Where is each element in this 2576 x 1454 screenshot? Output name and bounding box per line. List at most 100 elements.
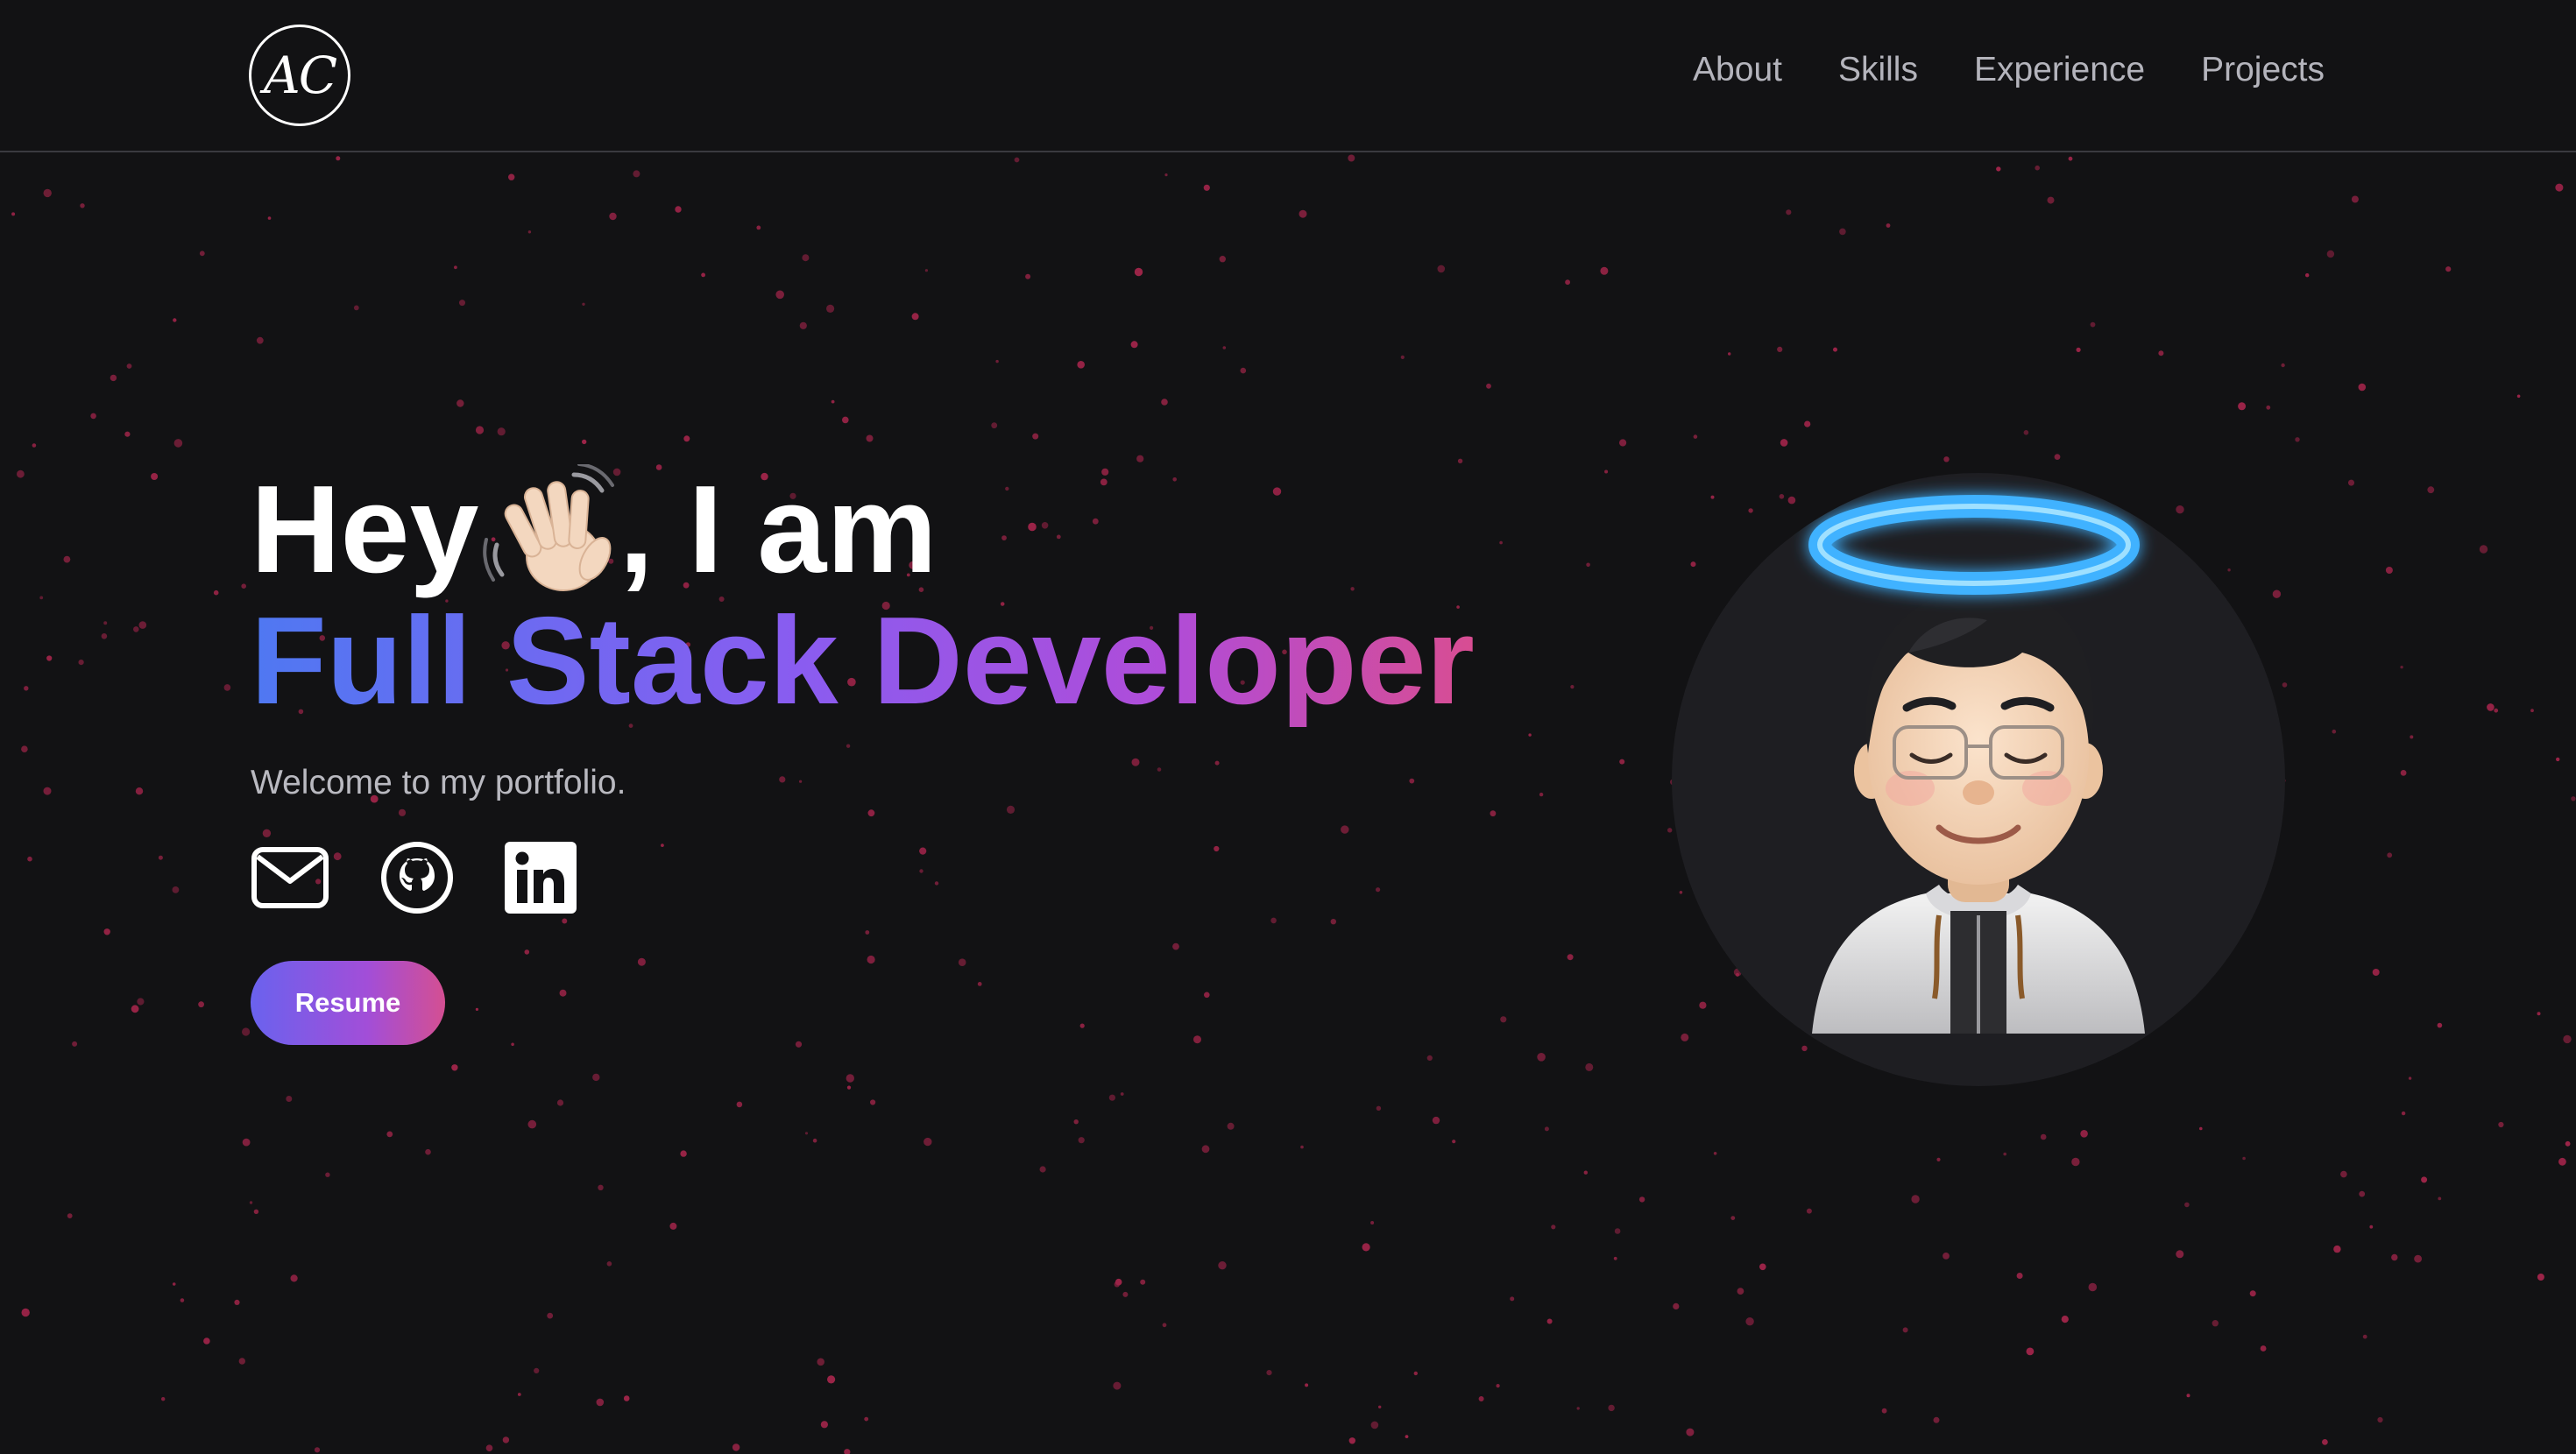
particle-dot <box>633 170 640 178</box>
nav-link-about[interactable]: About <box>1693 51 1782 89</box>
particle-dot <box>2333 1245 2341 1253</box>
particle-dot <box>425 1148 431 1155</box>
particle-dot <box>2571 796 2576 801</box>
particle-dot <box>21 1308 30 1317</box>
nav-link-skills[interactable]: Skills <box>1838 51 1918 89</box>
nav-link-projects[interactable]: Projects <box>2201 51 2325 89</box>
particle-dot <box>1510 1296 1515 1302</box>
particle-dot <box>78 660 84 666</box>
particle-dot <box>459 300 465 307</box>
particle-dot <box>1078 1137 1085 1144</box>
particle-dot <box>27 856 32 862</box>
particle-dot <box>924 269 928 272</box>
particle-dot <box>1787 496 1796 505</box>
particle-dot <box>508 173 515 180</box>
social-links <box>251 841 1475 919</box>
particle-dot <box>39 596 44 600</box>
particle-dot <box>1780 439 1788 447</box>
particle-dot <box>1161 399 1168 406</box>
particle-dot <box>1370 1221 1375 1225</box>
particle-dot <box>138 621 147 629</box>
mail-icon <box>251 847 329 908</box>
particle-dot <box>2438 1196 2442 1201</box>
particle-dot <box>32 443 37 448</box>
particle-dot <box>2199 1126 2203 1131</box>
particle-dot <box>2047 196 2055 204</box>
particle-dot <box>2479 545 2488 554</box>
particle-dot <box>173 439 183 448</box>
particle-dot <box>2537 1274 2544 1281</box>
particle-dot <box>1426 1055 1433 1061</box>
particle-dot <box>2035 165 2040 171</box>
greeting-heading: Hey , I am <box>251 464 1475 596</box>
particle-dot <box>864 1416 869 1422</box>
particle-dot <box>72 1041 78 1047</box>
particle-dot <box>1730 1216 1736 1220</box>
github-link[interactable] <box>380 841 454 919</box>
email-link[interactable] <box>251 846 329 914</box>
particle-dot <box>1806 1208 1812 1214</box>
particle-dot <box>2016 1273 2023 1279</box>
navbar: AC About Skills Experience Projects <box>0 0 2576 152</box>
particle-dot <box>2537 1012 2541 1016</box>
particle-dot <box>1804 420 1811 427</box>
particle-dot <box>2400 666 2403 669</box>
particle-dot <box>249 1201 253 1204</box>
particle-dot <box>911 313 919 321</box>
particle-dot <box>1619 759 1625 765</box>
particle-dot <box>1613 1256 1617 1260</box>
particle-dot <box>1583 1170 1589 1175</box>
particle-dot <box>2158 350 2164 356</box>
main-nav: About Skills Experience Projects <box>1693 51 2325 89</box>
particle-dot <box>1114 1281 1121 1288</box>
particle-dot <box>1405 1435 1409 1438</box>
particle-dot <box>534 1367 540 1373</box>
nav-link-experience[interactable]: Experience <box>1974 51 2145 89</box>
particle-dot <box>2003 1152 2006 1156</box>
particle-dot <box>2090 321 2096 328</box>
particle-dot <box>1136 455 1144 462</box>
particle-dot <box>1996 166 2001 172</box>
particle-dot <box>1113 1381 1122 1390</box>
particle-dot <box>812 1138 817 1143</box>
particle-dot <box>1299 209 1307 218</box>
particle-dot <box>870 1099 876 1105</box>
particle-dot <box>1570 685 1575 689</box>
particle-dot <box>1500 1016 1507 1023</box>
particle-dot <box>527 1119 537 1129</box>
particle-dot <box>598 1184 604 1191</box>
linkedin-link[interactable] <box>505 842 577 918</box>
particle-dot <box>846 1074 854 1083</box>
particle-dot <box>1681 1033 1689 1041</box>
particle-dot <box>451 1064 458 1071</box>
particle-dot <box>527 230 532 234</box>
particle-dot <box>1457 458 1463 463</box>
particle-dot <box>609 212 617 221</box>
particle-dot <box>2340 1170 2347 1178</box>
particle-dot <box>1748 508 1753 513</box>
particle-dot <box>1140 1279 1146 1285</box>
particle-dot <box>1032 433 1039 440</box>
particle-dot <box>2305 273 2310 278</box>
logo[interactable]: AC <box>249 25 350 126</box>
particle-dot <box>1108 1094 1115 1101</box>
particle-dot <box>2369 1225 2374 1229</box>
particle-dot <box>799 321 807 329</box>
particle-dot <box>137 998 145 1006</box>
particle-dot <box>238 1358 245 1365</box>
particle-dot <box>1943 1253 1950 1260</box>
particle-dot <box>1608 1404 1615 1412</box>
particle-dot <box>1539 792 1544 797</box>
particle-dot <box>213 589 219 596</box>
particle-dot <box>1120 1092 1124 1096</box>
particle-dot <box>502 1436 510 1443</box>
particle-dot <box>582 302 585 306</box>
github-icon <box>381 842 453 914</box>
particle-dot <box>683 435 690 442</box>
particle-dot <box>80 203 85 208</box>
particle-dot <box>2348 479 2354 486</box>
particle-dot <box>2249 1290 2256 1297</box>
particle-dot <box>2427 486 2435 494</box>
resume-button[interactable]: Resume <box>251 961 445 1045</box>
particle-dot <box>2516 394 2521 399</box>
